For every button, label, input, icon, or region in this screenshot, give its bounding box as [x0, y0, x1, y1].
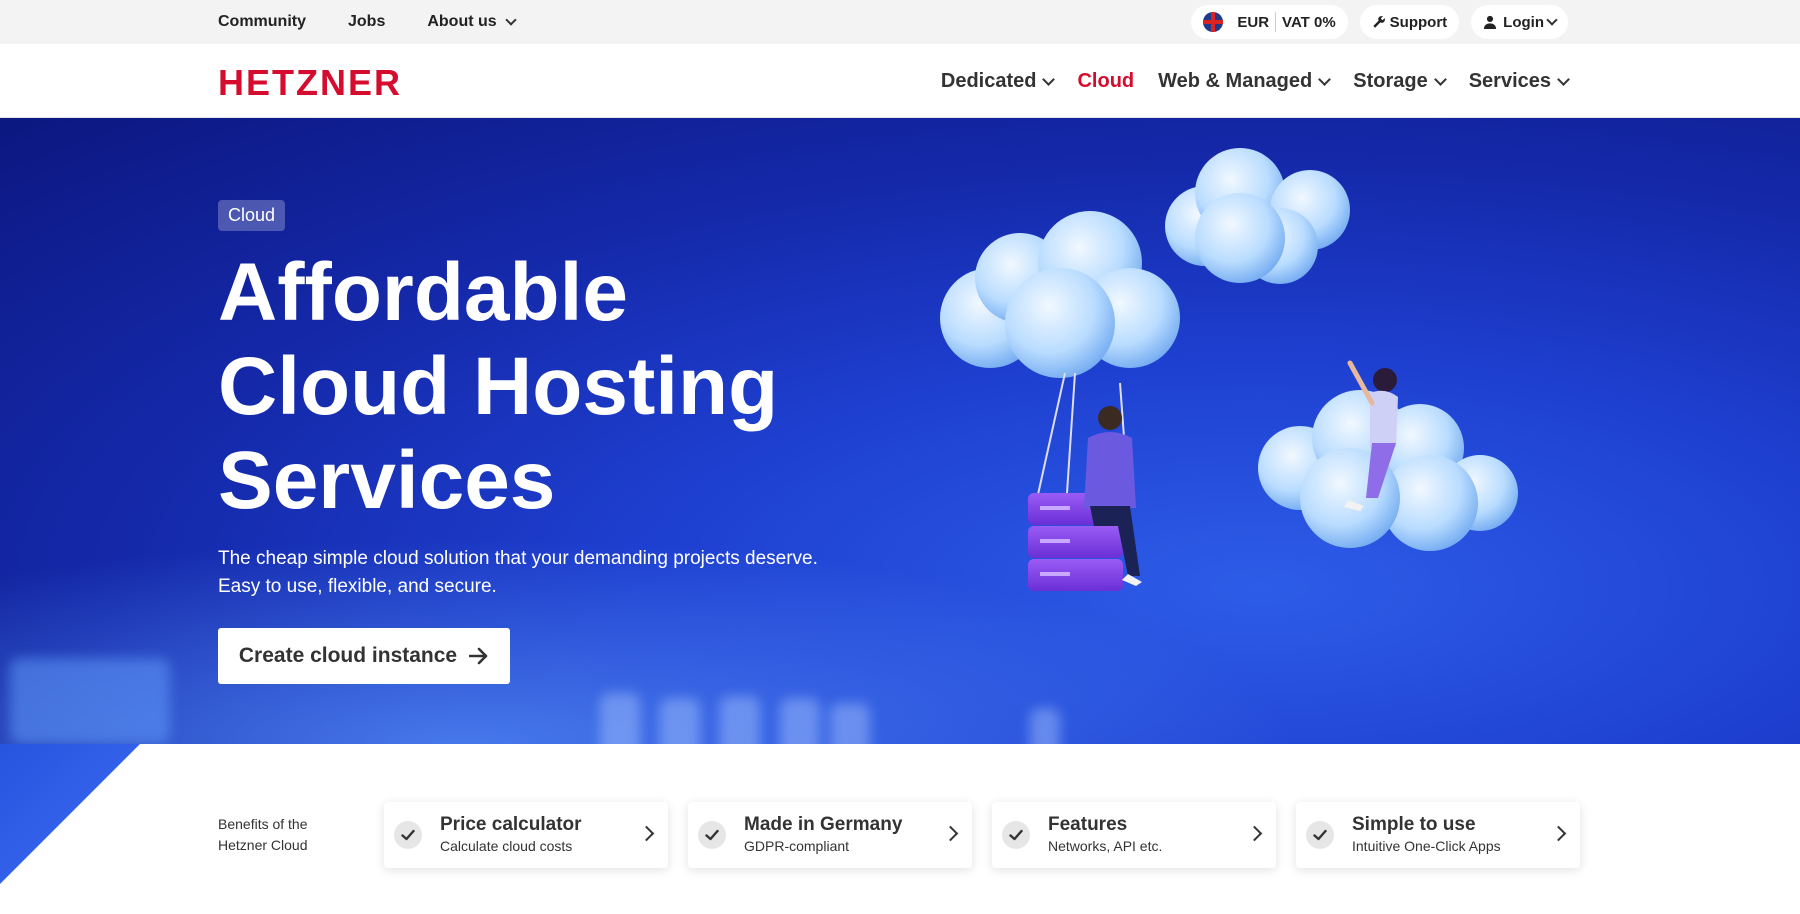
hetzner-logo[interactable]: HETZNER	[218, 62, 402, 104]
hero-title-line: Affordable	[218, 247, 628, 338]
nav-storage[interactable]: Storage	[1353, 69, 1447, 93]
jobs-label: Jobs	[348, 13, 386, 30]
card-title: Price calculator	[440, 814, 582, 835]
card-subtitle: Calculate cloud costs	[440, 838, 573, 854]
cta-label: Create cloud instance	[238, 644, 458, 667]
card-title: Made in Germany	[744, 814, 903, 835]
chevron-down-icon	[1318, 72, 1332, 86]
vat-label: VAT 0%	[1282, 13, 1336, 31]
background-blur-shape	[720, 696, 760, 744]
nav-storage-label: Storage	[1353, 69, 1428, 92]
benefit-card-price-calculator[interactable]: Price calculator Calculate cloud costs	[384, 802, 668, 868]
about-us-label: About us	[427, 13, 497, 30]
check-icon	[1002, 821, 1030, 849]
cloud-illustration	[940, 148, 1518, 591]
card-subtitle: Intuitive One-Click Apps	[1352, 838, 1501, 854]
wrench-icon	[1372, 16, 1385, 28]
support-button[interactable]: Support	[1359, 5, 1460, 39]
hero-section: Cloud Affordable Cloud Hosting Services …	[0, 118, 1800, 744]
hero-title-line: Services	[218, 435, 556, 526]
chevron-down-icon	[1433, 72, 1447, 86]
chevron-down-icon	[1546, 14, 1558, 26]
hero-subtitle: The cheap simple cloud solution that you…	[218, 545, 878, 601]
top-utility-bar: Community Jobs About us EUR VAT 0% Suppo…	[0, 0, 1800, 44]
chevron-right-icon	[942, 825, 959, 842]
nav-dedicated[interactable]: Dedicated	[940, 69, 1056, 93]
nav-web-managed-label: Web & Managed	[1158, 69, 1313, 92]
hero-subtitle-line: The cheap simple cloud solution that you…	[218, 548, 818, 569]
card-title: Simple to use	[1352, 814, 1476, 835]
check-icon	[698, 821, 726, 849]
background-blur-shape	[10, 658, 170, 744]
login-label: Login	[1503, 13, 1544, 31]
benefits-label-line: Hetzner Cloud	[218, 837, 308, 853]
create-cloud-instance-button[interactable]: Create cloud instance	[218, 628, 510, 684]
chevron-right-icon	[1550, 825, 1567, 842]
benefits-cards: Price calculator Calculate cloud costs M…	[384, 802, 1580, 868]
nav-dedicated-label: Dedicated	[940, 69, 1037, 92]
benefit-card-simple-to-use[interactable]: Simple to use Intuitive One-Click Apps	[1296, 802, 1580, 868]
benefit-card-made-in-germany[interactable]: Made in Germany GDPR-compliant	[688, 802, 972, 868]
check-icon	[1306, 821, 1334, 849]
login-dropdown[interactable]: Login	[1471, 5, 1568, 39]
decorative-wedge	[0, 744, 140, 884]
main-header: HETZNER Dedicated Cloud Web & Managed St…	[0, 44, 1800, 118]
benefits-label-line: Benefits of the	[218, 816, 308, 832]
chevron-right-icon	[638, 825, 655, 842]
currency-vat-selector[interactable]: EUR VAT 0%	[1191, 5, 1348, 39]
currency-label: EUR	[1237, 13, 1270, 31]
background-blur-shape	[830, 703, 870, 744]
benefits-label: Benefits of the Hetzner Cloud	[218, 814, 338, 856]
background-blur-shape	[660, 698, 700, 744]
jobs-link[interactable]: Jobs	[348, 13, 385, 31]
support-label: Support	[1389, 13, 1448, 31]
background-blur-shape	[600, 693, 640, 744]
divider	[1275, 12, 1277, 32]
chevron-down-icon	[1557, 72, 1570, 86]
chevron-down-icon	[505, 14, 517, 26]
uk-flag-icon	[1203, 12, 1224, 32]
community-link[interactable]: Community	[218, 13, 306, 31]
check-icon	[394, 821, 422, 849]
user-icon	[1484, 15, 1497, 29]
topbar-links: Community Jobs About us	[218, 0, 517, 44]
card-subtitle: Networks, API etc.	[1048, 838, 1163, 854]
background-blur-shape	[780, 698, 820, 744]
nav-cloud-label: Cloud	[1077, 69, 1135, 92]
nav-web-managed[interactable]: Web & Managed	[1158, 69, 1332, 93]
top-right-cloud	[1165, 148, 1350, 284]
arrow-right-icon	[469, 647, 488, 665]
card-title: Features	[1048, 814, 1128, 835]
background-blur-shape	[1030, 708, 1060, 744]
left-cloud	[940, 211, 1180, 378]
topbar-actions: EUR VAT 0% Support Login	[1191, 4, 1568, 40]
hero-subtitle-line: Easy to use, flexible, and secure.	[218, 576, 497, 597]
chevron-right-icon	[1246, 825, 1263, 842]
category-badge: Cloud	[218, 200, 286, 231]
main-nav: Dedicated Cloud Web & Managed Storage Se…	[940, 44, 1570, 118]
nav-services[interactable]: Services	[1468, 69, 1570, 93]
nav-services-label: Services	[1468, 69, 1551, 92]
benefit-card-features[interactable]: Features Networks, API etc.	[992, 802, 1276, 868]
nav-cloud[interactable]: Cloud	[1077, 70, 1134, 93]
community-label: Community	[218, 13, 306, 30]
card-subtitle: GDPR-compliant	[744, 838, 850, 854]
chevron-down-icon	[1042, 72, 1056, 86]
about-us-dropdown[interactable]: About us	[427, 13, 517, 31]
hero-title: Affordable Cloud Hosting Services	[218, 246, 918, 528]
hero-title-line: Cloud Hosting	[218, 341, 779, 432]
swing-rope	[1034, 372, 1066, 509]
